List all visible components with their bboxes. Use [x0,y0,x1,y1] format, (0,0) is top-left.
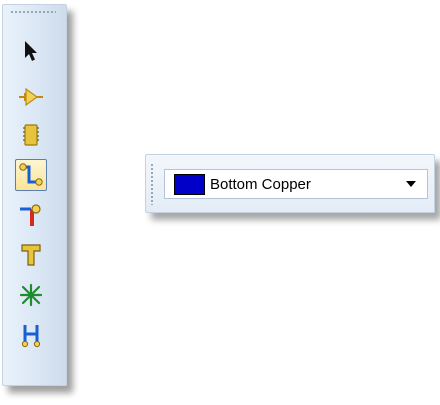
layer-dropdown[interactable]: Bottom Copper [164,169,428,199]
layer-label: Bottom Copper [210,175,311,193]
tool-palette [2,4,67,386]
arrow-select-icon [21,40,41,62]
bus-connector-icon [19,322,43,348]
route-tool-button[interactable] [15,159,47,191]
chip-tool-button[interactable] [15,119,47,151]
via-tool-button[interactable] [15,199,47,231]
component-pin-icon [18,86,44,108]
chevron-down-icon[interactable] [406,181,416,187]
ratsnest-tool-button[interactable] [15,279,47,311]
ratsnest-star-icon [18,283,44,307]
select-tool-button[interactable] [15,35,47,67]
ic-chip-icon [22,123,40,147]
layer-color-swatch [174,173,205,195]
junction-tool-button[interactable] [15,239,47,271]
palette-grip[interactable] [10,10,56,14]
layer-toolbar: Bottom Copper [145,154,435,213]
route-track-icon [18,162,44,188]
via-pad-icon [18,202,44,228]
toolbar-grip[interactable] [150,163,154,205]
t-junction-icon [20,243,42,267]
component-tool-button[interactable] [15,81,47,113]
bus-tool-button[interactable] [15,319,47,351]
